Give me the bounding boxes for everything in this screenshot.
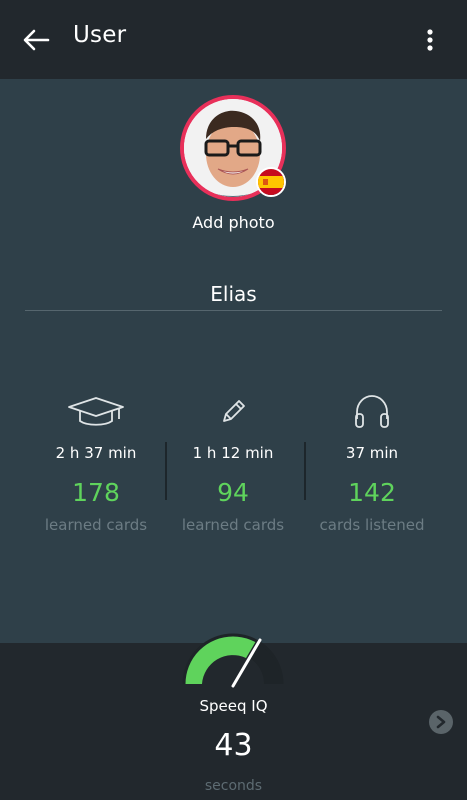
avatar-container[interactable] <box>180 95 286 201</box>
stat-column-written: 1 h 12 min 94 learned cards <box>163 392 303 534</box>
stat-time: 1 h 12 min <box>192 444 274 462</box>
pencil-icon <box>223 400 245 422</box>
add-photo-link[interactable]: Add photo <box>0 213 467 232</box>
name-underline <box>25 310 442 311</box>
spain-flag-icon <box>256 167 286 197</box>
stat-count: 94 <box>217 478 249 507</box>
stat-column-listened: 37 min 142 cards listened <box>302 392 442 534</box>
stat-count: 178 <box>72 478 120 507</box>
stat-column-learned: 2 h 37 min 178 learned cards <box>26 392 166 534</box>
stat-label: learned cards <box>181 516 285 534</box>
stat-time: 37 min <box>345 444 399 462</box>
stat-label: cards listened <box>319 516 425 534</box>
speeq-iq-value: 43 <box>214 728 253 763</box>
stat-label: learned cards <box>44 516 148 534</box>
chevron-right-icon <box>436 715 446 729</box>
user-name[interactable]: Elias <box>0 282 467 306</box>
headphones-icon <box>355 395 389 428</box>
stat-time: 2 h 37 min <box>55 444 137 462</box>
speeq-iq-label: Speeq IQ <box>199 697 268 715</box>
speeq-iq-unit: seconds <box>204 778 263 794</box>
overflow-menu-button[interactable] <box>412 20 448 60</box>
graduation-cap-icon <box>68 397 124 426</box>
page-title: User <box>73 22 127 48</box>
stat-count: 142 <box>348 478 396 507</box>
back-button[interactable] <box>14 18 58 62</box>
speedometer-gauge-icon <box>180 626 286 690</box>
more-vert-icon <box>427 29 433 51</box>
app-bar: User <box>0 0 467 79</box>
next-button[interactable] <box>429 710 453 734</box>
stats-section: 2 h 37 min 178 learned cards 1 h 12 min … <box>0 392 467 552</box>
arrow-left-icon <box>23 29 50 51</box>
